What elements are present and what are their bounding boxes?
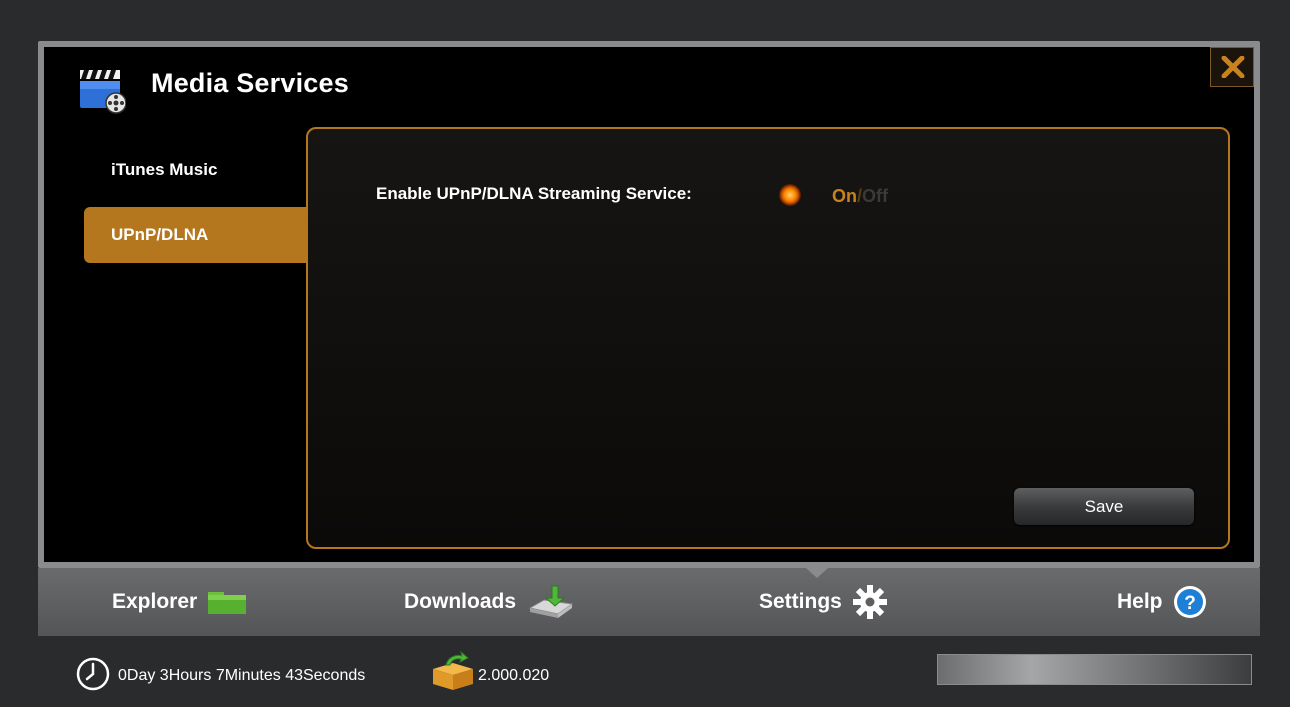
sidebar-item-label: UPnP/DLNA — [111, 225, 209, 244]
nav-explorer[interactable]: Explorer — [112, 588, 247, 616]
sidebar-item-itunes-music[interactable]: iTunes Music — [84, 142, 308, 198]
nav-downloads[interactable]: Downloads — [404, 585, 574, 618]
active-nav-pointer — [806, 568, 828, 578]
toggle-on-label[interactable]: On — [832, 186, 857, 206]
nav-settings[interactable]: Settings — [759, 585, 888, 619]
nav-help[interactable]: Help ? — [1117, 586, 1207, 618]
nav-help-label: Help — [1117, 590, 1163, 613]
clock-icon — [76, 657, 110, 691]
toggle-off-label[interactable]: Off — [862, 186, 888, 206]
nav-downloads-label: Downloads — [404, 590, 517, 613]
upnp-setting-label: Enable UPnP/DLNA Streaming Service: — [376, 184, 692, 203]
box-arrow-icon — [433, 651, 473, 690]
help-icon: ? — [1173, 586, 1206, 618]
on-off-toggle[interactable]: On/Off — [832, 186, 888, 207]
nav-explorer-label: Explorer — [112, 590, 198, 613]
download-drive-icon — [528, 585, 574, 618]
counter-text: 2.000.020 — [478, 667, 550, 684]
uptime-text: 0Day 3Hours 7Minutes 43Seconds — [118, 667, 366, 684]
close-button[interactable] — [1210, 47, 1254, 87]
page-title: Media Services — [151, 68, 349, 98]
nav-settings-label: Settings — [759, 590, 842, 613]
folder-icon — [208, 592, 247, 614]
save-button[interactable]: Save — [1014, 488, 1194, 525]
progress-bar — [937, 654, 1252, 685]
upnp-enable-radio[interactable] — [779, 184, 801, 206]
gear-icon — [852, 585, 887, 619]
sidebar-item-upnp-dlna[interactable]: UPnP/DLNA — [84, 207, 308, 263]
sidebar-item-label: iTunes Music — [111, 160, 218, 179]
close-icon — [1221, 56, 1245, 78]
media-services-icon — [78, 62, 127, 114]
svg-text:?: ? — [1184, 593, 1196, 614]
